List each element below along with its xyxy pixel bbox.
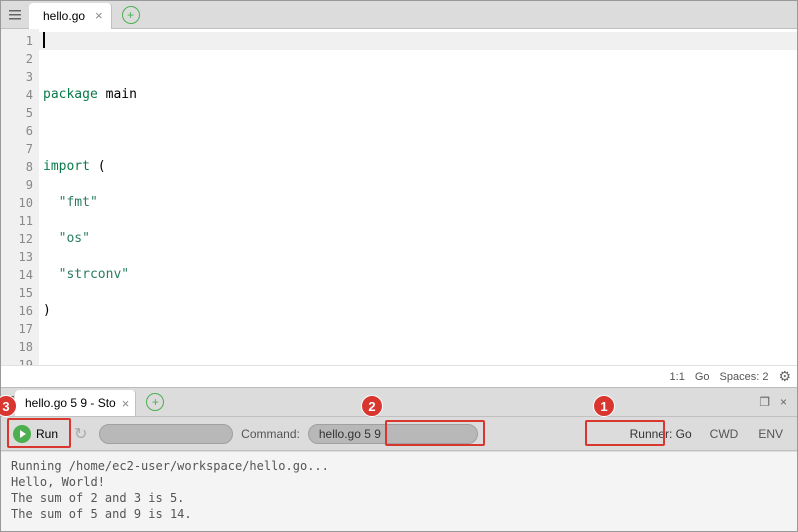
editor-tab-bar: hello.go × +: [1, 1, 797, 29]
close-panel-icon[interactable]: ×: [780, 395, 787, 409]
close-icon[interactable]: ×: [122, 396, 130, 411]
tab-filename: hello.go: [43, 9, 85, 23]
play-icon: [13, 425, 31, 443]
name-slot[interactable]: [99, 424, 233, 444]
command-label: Command:: [241, 427, 300, 441]
indent-setting[interactable]: Spaces: 2: [720, 371, 769, 383]
tab-list-icon[interactable]: [1, 394, 15, 411]
line-gutter: 1234567891011121314151617181920: [1, 29, 39, 365]
maximize-icon[interactable]: ❐: [759, 395, 770, 409]
run-button[interactable]: Run: [9, 423, 62, 445]
runner-tab-bar: hello.go 5 9 - Sto × + ❐ ×: [1, 387, 797, 417]
tab-list-icon[interactable]: [1, 8, 29, 22]
language-mode[interactable]: Go: [695, 371, 710, 383]
code-editor[interactable]: 1234567891011121314151617181920 package …: [1, 29, 797, 365]
code-content[interactable]: package main import ( "fmt" "os" "strcon…: [39, 29, 797, 365]
status-bar: 1:1 Go Spaces: 2 ⚙: [1, 365, 797, 387]
console-output[interactable]: Running /home/ec2-user/workspace/hello.g…: [1, 451, 797, 531]
runner-tab[interactable]: hello.go 5 9 - Sto ×: [15, 390, 136, 416]
command-input[interactable]: hello.go 5 9: [308, 424, 478, 444]
add-tab-icon[interactable]: +: [146, 393, 164, 411]
gear-icon[interactable]: ⚙: [778, 368, 791, 385]
run-label: Run: [36, 427, 58, 441]
runner-tab-label: hello.go 5 9 - Sto: [25, 396, 116, 410]
cwd-button[interactable]: CWD: [704, 427, 745, 441]
editor-tab[interactable]: hello.go ×: [29, 3, 112, 29]
env-button[interactable]: ENV: [752, 427, 789, 441]
cursor-position[interactable]: 1:1: [670, 371, 685, 383]
add-tab-icon[interactable]: +: [122, 6, 140, 24]
restart-icon[interactable]: ↻: [70, 424, 91, 444]
close-icon[interactable]: ×: [95, 8, 103, 23]
runner-controls: Run ↻ Command: hello.go 5 9 Runner: Go C…: [1, 417, 797, 451]
runner-selector[interactable]: Runner: Go: [626, 425, 696, 443]
